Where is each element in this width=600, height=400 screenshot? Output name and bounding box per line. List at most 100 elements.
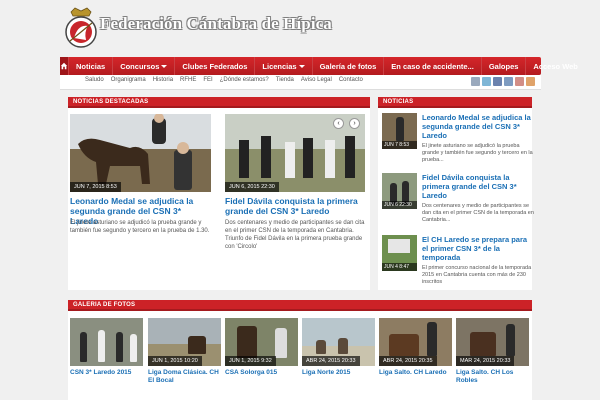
nav-label: Acceso Web [533, 61, 578, 71]
news-date: JUN 4 8:47 [382, 263, 417, 271]
gallery-date: JUN 1, 2015 10:20 [148, 356, 202, 366]
gallery-date: JUN 1, 2015 9:32 [225, 356, 276, 366]
news-excerpt: Dos centenares y medio de participantes … [422, 203, 534, 223]
linkedin-icon[interactable] [504, 77, 513, 86]
gallery-photo[interactable] [70, 318, 143, 366]
gallery-date: MAR 24, 2015 20:33 [456, 356, 515, 366]
gallery-item[interactable]: JUN 1, 2015 9:32 CSA Solorga 015 [225, 318, 298, 377]
horse-icon [78, 114, 192, 190]
nav-label: Galopes [488, 61, 519, 71]
gallery-item[interactable]: MAR 24, 2015 20:33 Liga Salto. CH Los Ro… [456, 318, 529, 385]
featured-date-2: JUN 6, 2015 22:30 [225, 182, 279, 192]
subnav-link-contacto[interactable]: Contacto [339, 77, 363, 83]
nav-home[interactable] [60, 57, 69, 75]
sub-nav: Saludo Organigrama Historia RFHE FEI ¿Dó… [60, 75, 541, 90]
gallery-panel: GALERIA DE FOTOS CSN 3* Laredo 2015 JUN … [68, 300, 532, 400]
featured-heading: NOTICIAS DESTACADAS [73, 99, 149, 105]
subnav-link-fei[interactable]: FEI [203, 77, 212, 83]
news-excerpt: El jinete asturiano se adjudicó la prueb… [422, 143, 533, 163]
subnav-link-tienda[interactable]: Tienda [276, 77, 294, 83]
news-thumb[interactable]: JUN 7 8:53 [382, 113, 417, 149]
news-item[interactable]: JUN 7 8:53 Leonardo Medal se adjudica la… [382, 113, 534, 173]
gallery-item[interactable]: JUN 1, 2015 10:20 Liga Doma Clásica. CH … [148, 318, 221, 385]
nav-label: Galería de fotos [319, 61, 377, 71]
news-item[interactable]: JUN 4 8:47 El CH Laredo se prepara para … [382, 235, 532, 295]
gallery-item[interactable]: ABR 24, 2015 20:33 Liga Norte 2015 [302, 318, 375, 377]
facebook-icon[interactable] [493, 77, 502, 86]
subnav-link-donde[interactable]: ¿Dónde estamos? [220, 77, 269, 83]
nav-label: Licencias [262, 61, 297, 71]
gallery-item[interactable]: CSN 3* Laredo 2015 [70, 318, 143, 377]
nav-label: Clubes Federados [182, 61, 248, 71]
featured-news-header: NOTICIAS DESTACADAS [68, 97, 370, 108]
gallery-title[interactable]: CSN 3* Laredo 2015 [70, 369, 143, 377]
chevron-right-icon[interactable]: › [349, 118, 360, 129]
gallery-title[interactable]: CSA Solorga 015 [225, 369, 298, 377]
chevron-down-icon [161, 64, 168, 68]
featured-photo-1[interactable]: JUN 7, 2015 8:53 [70, 114, 211, 192]
subnav-link-historia[interactable]: Historia [153, 77, 173, 83]
nav-item-clubes[interactable]: Clubes Federados [175, 57, 256, 75]
riders-icon [239, 136, 355, 178]
subnav-link-organigrama[interactable]: Organigrama [111, 77, 146, 83]
sign-shape [388, 239, 410, 253]
twitter-icon[interactable] [482, 77, 491, 86]
gallery-heading: GALERIA DE FOTOS [73, 302, 136, 308]
rss-icon[interactable] [471, 77, 480, 86]
featured-date-1: JUN 7, 2015 8:53 [70, 182, 121, 192]
gallery-title[interactable]: Liga Doma Clásica. CH El Bocal [148, 369, 221, 385]
news-thumb[interactable]: JUN 4 8:47 [382, 235, 417, 271]
google-icon[interactable] [515, 77, 524, 86]
news-title[interactable]: Leonardo Medal se adjudica la segunda gr… [422, 113, 534, 140]
gallery-title[interactable]: Liga Salto. CH Laredo [379, 369, 452, 377]
chevron-down-icon [298, 64, 305, 68]
gallery-date: ABR 24, 2015 20:35 [379, 356, 437, 366]
news-item[interactable]: JUN 6 22:30 Fidel Dávila conquista la pr… [382, 173, 534, 233]
news-title[interactable]: El CH Laredo se prepara para el primer C… [422, 235, 534, 262]
nav-label: En caso de accidente... [391, 61, 474, 71]
news-thumb[interactable]: JUN 6 22:30 [382, 173, 417, 209]
featured-excerpt-1: El jinete asturiano se adjudicó la prueb… [70, 220, 210, 234]
featured-photo-2[interactable]: ‹ › JUN 6, 2015 22:30 [225, 114, 365, 192]
nav-item-acceso-web[interactable]: Acceso Web [526, 57, 584, 75]
nav-item-accidente[interactable]: En caso de accidente... [384, 57, 482, 75]
nav-item-licencias[interactable]: Licencias [255, 57, 313, 75]
site-header: Federación Cántabra de Hípica [0, 0, 600, 56]
news-heading: NOTICIAS [383, 99, 414, 105]
subnav-link-aviso[interactable]: Aviso Legal [301, 77, 332, 83]
home-icon [60, 62, 68, 70]
social-links [471, 77, 535, 86]
site-title[interactable]: Federación Cántabra de Hípica [100, 14, 332, 34]
nav-item-concursos[interactable]: Concursos [113, 57, 176, 75]
nav-label: Noticias [76, 61, 106, 71]
featured-excerpt-2: Dos centenares y medio de participantes … [225, 220, 365, 250]
gallery-header: GALERIA DE FOTOS [68, 300, 532, 311]
subnav-links: Saludo Organigrama Historia RFHE FEI ¿Dó… [85, 77, 363, 83]
gallery-photo[interactable]: ABR 24, 2015 20:33 [302, 318, 375, 366]
gallery-photo[interactable]: MAR 24, 2015 20:33 [456, 318, 529, 366]
news-excerpt: El primer concurso nacional de la tempor… [422, 265, 532, 285]
news-panel: NOTICIAS JUN 7 8:53 Leonardo Medal se ad… [378, 97, 534, 290]
nav-label: Concursos [120, 61, 160, 71]
chevron-left-icon[interactable]: ‹ [333, 118, 344, 129]
featured-news-panel: NOTICIAS DESTACADAS JUN 7, 2015 8:53 Leo… [68, 97, 370, 290]
nav-item-galopes[interactable]: Galopes [482, 57, 527, 75]
nav-item-galeria[interactable]: Galería de fotos [313, 57, 385, 75]
featured-title-2[interactable]: Fidel Dávila conquista la primera grande… [225, 196, 365, 216]
shield-crest-icon[interactable] [64, 6, 98, 50]
gallery-title[interactable]: Liga Salto. CH Los Robles [456, 369, 529, 385]
main-nav: Noticias Concursos Clubes Federados Lice… [60, 57, 578, 75]
news-title[interactable]: Fidel Dávila conquista la primera grande… [422, 173, 534, 200]
gallery-item[interactable]: ABR 24, 2015 20:35 Liga Salto. CH Laredo [379, 318, 452, 377]
nav-item-noticias[interactable]: Noticias [69, 57, 114, 75]
feed-icon[interactable] [526, 77, 535, 86]
subnav-link-rfhe[interactable]: RFHE [180, 77, 196, 83]
news-date: JUN 6 22:30 [382, 201, 417, 209]
subnav-link-saludo[interactable]: Saludo [85, 77, 104, 83]
gallery-photo[interactable]: JUN 1, 2015 9:32 [225, 318, 298, 366]
news-date: JUN 7 8:53 [382, 141, 417, 149]
news-header: NOTICIAS [378, 97, 532, 108]
gallery-title[interactable]: Liga Norte 2015 [302, 369, 375, 377]
gallery-photo[interactable]: ABR 24, 2015 20:35 [379, 318, 452, 366]
gallery-photo[interactable]: JUN 1, 2015 10:20 [148, 318, 221, 366]
